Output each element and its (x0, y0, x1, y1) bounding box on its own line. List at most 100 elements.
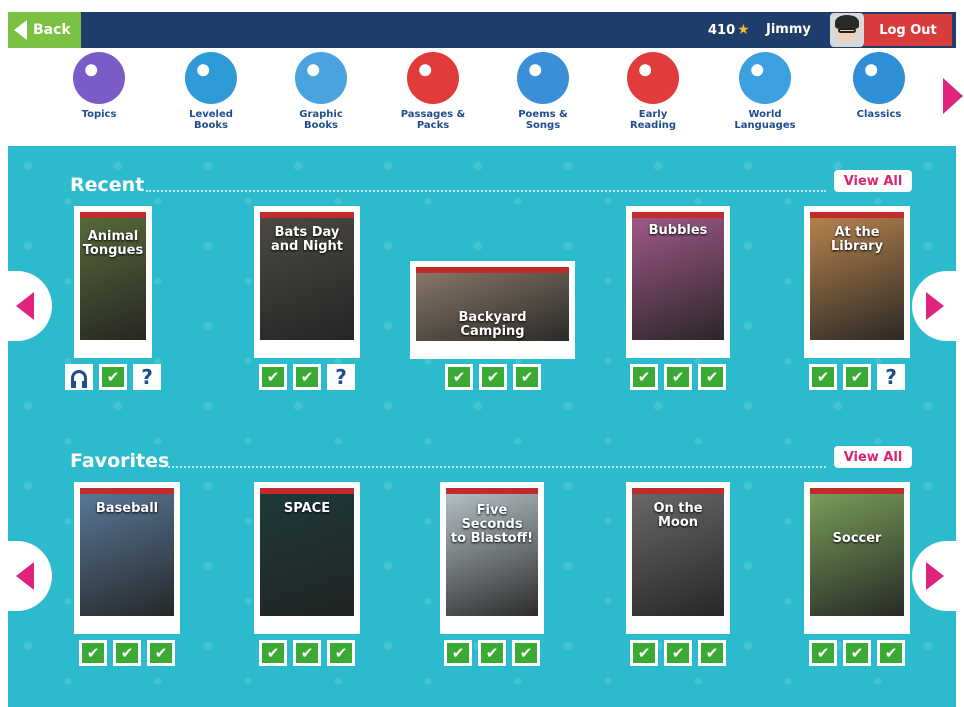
checkmark-icon[interactable]: ✔ (99, 364, 127, 390)
checkmark-icon[interactable]: ✔ (79, 640, 107, 666)
favorites-book-card[interactable]: Five Seconds to Blastoff! (440, 482, 544, 634)
cover-footer (260, 340, 354, 352)
category-topics[interactable]: Topics (54, 52, 144, 120)
checkmark-icon[interactable]: ✔ (147, 640, 175, 666)
question-icon[interactable]: ? (327, 364, 355, 390)
back-button[interactable]: Back (8, 12, 81, 48)
checkmark-icon[interactable]: ✔ (630, 640, 658, 666)
check-glyph: ✔ (880, 643, 902, 663)
checkmark-icon[interactable]: ✔ (843, 640, 871, 666)
checkmark-icon[interactable]: ✔ (293, 640, 321, 666)
check-glyph: ✔ (701, 367, 723, 387)
checkmark-icon[interactable]: ✔ (512, 640, 540, 666)
book-cover: Five Seconds to Blastoff! (446, 488, 538, 628)
top-bar: Back 410 ★ Jimmy Log Out (8, 12, 956, 48)
checkmark-icon[interactable]: ✔ (444, 640, 472, 666)
favorites-book-card[interactable]: Baseball (74, 482, 180, 634)
recent-book-badges: ✔ ✔ ✔ (630, 364, 726, 390)
checkmark-icon[interactable]: ✔ (478, 640, 506, 666)
checkmark-icon[interactable]: ✔ (809, 640, 837, 666)
checkmark-icon[interactable]: ✔ (698, 640, 726, 666)
question-icon[interactable]: ? (877, 364, 905, 390)
category-passages-packs[interactable]: Passages & Packs (388, 52, 478, 131)
check-glyph: ✔ (701, 643, 723, 663)
checkmark-icon[interactable]: ✔ (327, 640, 355, 666)
checkmark-icon[interactable]: ✔ (843, 364, 871, 390)
favorites-book-card[interactable]: SPACE (254, 482, 360, 634)
checkmark-icon[interactable]: ✔ (664, 364, 692, 390)
cover-footer (446, 616, 538, 628)
book-title: At the Library (830, 225, 884, 254)
favorites-book-badges: ✔ ✔ ✔ (630, 640, 726, 666)
checkmark-icon[interactable]: ✔ (113, 640, 141, 666)
favorites-view-all-button[interactable]: View All (834, 446, 912, 468)
recent-book-card[interactable]: Animal Tongues (74, 206, 152, 358)
favorites-book-card[interactable]: Soccer (804, 482, 910, 634)
favorites-book-badges: ✔ ✔ ✔ (259, 640, 355, 666)
recent-book-card[interactable]: Bats Day and Night (254, 206, 360, 358)
book-title: Bubbles (648, 223, 708, 238)
favorites-divider (168, 466, 826, 468)
category-poems-songs[interactable]: Poems & Songs (498, 52, 588, 131)
category-label: Poems & Songs (518, 109, 568, 131)
recent-book-card[interactable]: Backyard Camping (410, 261, 575, 359)
recent-book-badges: ✔? (65, 364, 161, 390)
category-early-reading[interactable]: Early Reading (608, 52, 698, 131)
checkmark-icon[interactable]: ✔ (664, 640, 692, 666)
favorites-book-card[interactable]: On the Moon (626, 482, 730, 634)
avatar-hair (835, 15, 859, 29)
category-label: Passages & Packs (400, 109, 466, 131)
cover-band (80, 212, 146, 218)
category-classics[interactable]: Classics (834, 52, 924, 120)
logout-button[interactable]: Log Out (864, 14, 952, 46)
book-cover: Backyard Camping (416, 267, 569, 353)
question-icon[interactable]: ? (133, 364, 161, 390)
checkmark-icon[interactable]: ✔ (698, 364, 726, 390)
checkmark-icon[interactable]: ✔ (445, 364, 473, 390)
checkmark-icon[interactable]: ✔ (293, 364, 321, 390)
checkmark-icon[interactable]: ✔ (630, 364, 658, 390)
checkmark-icon[interactable]: ✔ (877, 640, 905, 666)
back-arrow-icon (14, 20, 27, 40)
chevron-right-icon (926, 562, 944, 590)
cover-footer (80, 616, 174, 628)
cover-footer (810, 340, 904, 352)
checkmark-icon[interactable]: ✔ (259, 364, 287, 390)
book-cover: SPACE (260, 488, 354, 628)
check-glyph: ✔ (515, 643, 537, 663)
recent-book-card[interactable]: At the Library (804, 206, 910, 358)
cover-footer (80, 340, 146, 352)
check-glyph: ✔ (482, 367, 504, 387)
checkmark-icon[interactable]: ✔ (513, 364, 541, 390)
cover-band (810, 488, 904, 494)
category-leveled-books[interactable]: Leveled Books (166, 52, 256, 131)
star-count: 410 ★ (708, 22, 750, 38)
category-graphic-books[interactable]: Graphic Books (276, 52, 366, 131)
recent-view-all-button[interactable]: View All (834, 170, 912, 192)
cover-band (260, 212, 354, 218)
graphic-books-icon (295, 52, 347, 104)
topics-icon (73, 52, 125, 104)
username: Jimmy (766, 22, 811, 37)
check-glyph: ✔ (846, 367, 868, 387)
favorites-book-badges: ✔ ✔ ✔ (809, 640, 905, 666)
check-glyph: ✔ (150, 643, 172, 663)
category-next-arrow-icon[interactable] (943, 78, 963, 114)
checkmark-icon[interactable]: ✔ (259, 640, 287, 666)
headphones-glyph (71, 370, 87, 388)
book-title: Animal Tongues (82, 229, 144, 258)
recent-book-badges: ✔ ✔? (809, 364, 905, 390)
category-world-languages[interactable]: World Languages (720, 52, 810, 131)
headphones-icon[interactable] (65, 364, 93, 390)
check-glyph: ✔ (82, 643, 104, 663)
cover-band (80, 488, 174, 494)
recent-book-card[interactable]: Bubbles (626, 206, 730, 358)
check-glyph: ✔ (330, 643, 352, 663)
checkmark-icon[interactable]: ✔ (809, 364, 837, 390)
book-title: Backyard Camping (458, 310, 527, 339)
avatar[interactable] (830, 13, 864, 47)
checkmark-icon[interactable]: ✔ (479, 364, 507, 390)
favorites-book-badges: ✔ ✔ ✔ (444, 640, 540, 666)
book-cover: Baseball (80, 488, 174, 628)
check-glyph: ✔ (812, 367, 834, 387)
